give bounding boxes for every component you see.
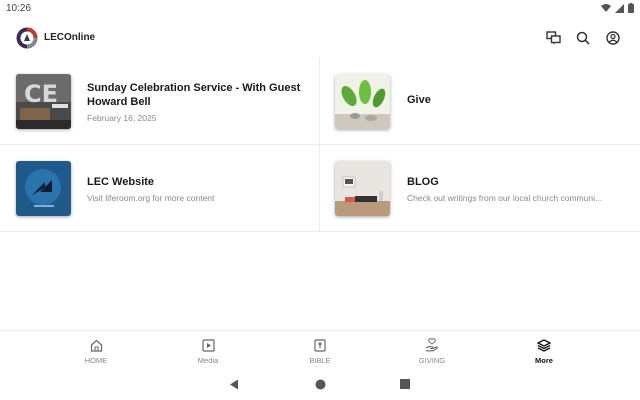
card-title: LEC Website	[87, 176, 155, 188]
back-button[interactable]	[227, 377, 241, 391]
app-title: LECOnline	[44, 32, 96, 43]
card-blog[interactable]: BLOG Check out writings from our local c…	[320, 145, 640, 232]
account-button[interactable]	[604, 29, 622, 47]
nav-label: More	[535, 356, 553, 365]
account-icon	[606, 31, 620, 45]
website-thumbnail	[16, 161, 71, 216]
chat-icon	[545, 31, 561, 45]
home-icon	[88, 337, 104, 353]
sermon-thumbnail: CE	[16, 74, 71, 129]
battery-icon	[628, 3, 634, 13]
app-logo-icon	[16, 27, 38, 49]
status-bar: 10:26	[0, 0, 640, 18]
nav-giving[interactable]: GIVING	[376, 331, 488, 370]
nav-more[interactable]: More	[488, 331, 600, 370]
card-title: BLOG	[407, 176, 439, 188]
nav-label: BIBLE	[309, 356, 331, 365]
nav-label: HOME	[84, 356, 108, 365]
app-bar: LECOnline	[0, 22, 640, 54]
square-icon	[400, 379, 410, 389]
back-icon	[230, 379, 238, 389]
layers-icon	[536, 337, 552, 353]
desk-thumbnail	[335, 161, 390, 216]
nav-label: Media	[197, 356, 219, 365]
circle-icon	[315, 379, 325, 389]
content-grid: CE Sunday Celebration Service - With Gue…	[0, 58, 640, 232]
bottom-navigation: HOME Media BIBLE GIVING More	[0, 330, 640, 370]
svg-text:CE: CE	[24, 80, 58, 108]
giving-icon	[424, 337, 440, 353]
nav-label: GIVING	[418, 356, 446, 365]
recents-button[interactable]	[398, 377, 412, 391]
play-icon	[200, 337, 216, 353]
nav-media[interactable]: Media	[152, 331, 264, 370]
card-title: Give	[407, 94, 431, 106]
card-subtitle: February 16, 2025	[87, 113, 157, 123]
signal-icon	[615, 3, 624, 13]
system-navigation	[0, 372, 640, 396]
card-lec-website[interactable]: LEC Website Visit liferoom.org for more …	[0, 145, 320, 232]
card-title: Sunday Celebration Service - With Guest …	[87, 82, 301, 108]
plants-thumbnail	[335, 74, 390, 129]
status-time: 10:26	[6, 3, 32, 14]
card-sunday-service[interactable]: CE Sunday Celebration Service - With Gue…	[0, 58, 320, 145]
nav-home[interactable]: HOME	[40, 331, 152, 370]
card-subtitle: Visit liferoom.org for more content	[87, 193, 215, 203]
home-system-button[interactable]	[313, 377, 327, 391]
wifi-icon	[601, 3, 611, 12]
bible-icon	[312, 337, 328, 353]
search-icon	[576, 31, 590, 45]
system-icons	[601, 3, 634, 13]
chat-button[interactable]	[544, 29, 562, 47]
search-button[interactable]	[574, 29, 592, 47]
card-subtitle: Check out writings from our local church…	[407, 193, 603, 203]
nav-bible[interactable]: BIBLE	[264, 331, 376, 370]
card-give[interactable]: Give	[320, 58, 640, 145]
